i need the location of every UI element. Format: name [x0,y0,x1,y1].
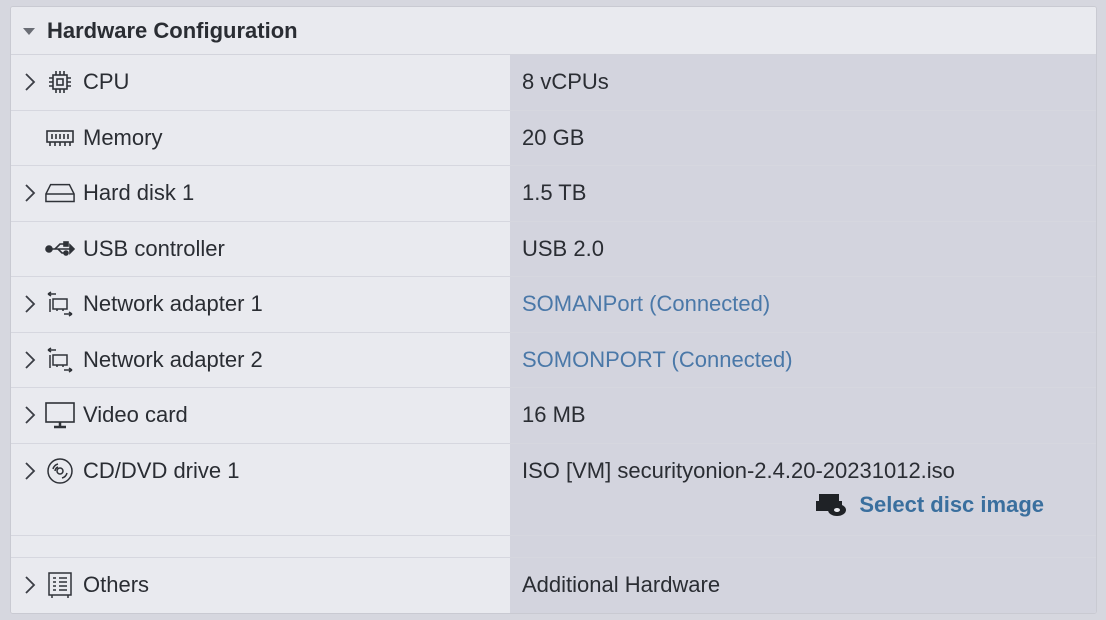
row-label: Others [83,571,150,597]
chevron-right-icon[interactable] [19,571,41,599]
network-adapter-icon [45,290,75,318]
disc-stack-icon [815,492,847,518]
row-label: CPU [83,69,130,94]
chevron-right-icon[interactable] [19,457,41,485]
cpu-icon [45,68,75,96]
row-value: 1.5 TB [522,180,587,205]
row-label: Video card [83,402,188,427]
others-icon [45,571,75,599]
row-value: ISO [VM] securityonion-2.4.20-20231012.i… [522,457,955,483]
row-value: 20 GB [522,124,585,150]
row-label: Network adapter 1 [83,291,263,316]
row-label: Hard disk 1 [83,180,195,205]
chevron-right-icon[interactable] [19,68,41,96]
row-hard-disk-1: Hard disk 1 1.5 TB [11,166,1096,222]
section-title: Hardware Configuration [47,17,298,43]
select-disc-image-button[interactable]: Select disc image [815,492,1044,518]
chevron-right-icon[interactable] [19,179,41,207]
row-label: CD/DVD drive 1 [83,457,240,483]
row-label: Network adapter 2 [83,346,263,372]
select-disc-image-label: Select disc image [859,491,1044,517]
row-value: 16 MB [522,402,586,427]
network-link[interactable]: SOMONPORT (Connected) [522,347,793,372]
chevron-right-icon[interactable] [19,290,41,318]
network-adapter-icon [45,346,75,374]
row-others: Others Additional Hardware [11,557,1096,613]
row-value: USB 2.0 [522,235,604,261]
monitor-icon [45,401,75,429]
hard-disk-icon [45,179,75,207]
usb-icon [45,235,75,263]
hardware-configuration-panel: Hardware Configuration CPU 8 vCPUs Memor… [10,6,1097,614]
row-cpu: CPU 8 vCPUs [11,55,1096,111]
chevron-right-icon[interactable] [19,346,41,374]
row-value: 8 vCPUs [522,69,609,94]
row-label: Memory [83,124,163,150]
row-spacer [11,535,1096,558]
network-link[interactable]: SOMANPort (Connected) [522,291,770,316]
row-label: USB controller [83,235,225,261]
caret-down-icon[interactable] [23,28,35,35]
memory-icon [45,124,75,152]
row-memory: Memory 20 GB [11,110,1096,166]
section-header[interactable]: Hardware Configuration [11,7,1096,55]
row-cd-dvd-drive-1: CD/DVD drive 1 ISO [VM] securityonion-2.… [11,443,1096,536]
disc-icon [45,457,75,485]
row-value: Additional Hardware [522,571,721,597]
row-usb-controller: USB controller USB 2.0 [11,221,1096,277]
chevron-right-icon[interactable] [19,401,41,429]
row-network-adapter-1: Network adapter 1 SOMANPort (Connected) [11,277,1096,333]
row-network-adapter-2: Network adapter 2 SOMONPORT (Connected) [11,332,1096,388]
row-video-card: Video card 16 MB [11,388,1096,444]
